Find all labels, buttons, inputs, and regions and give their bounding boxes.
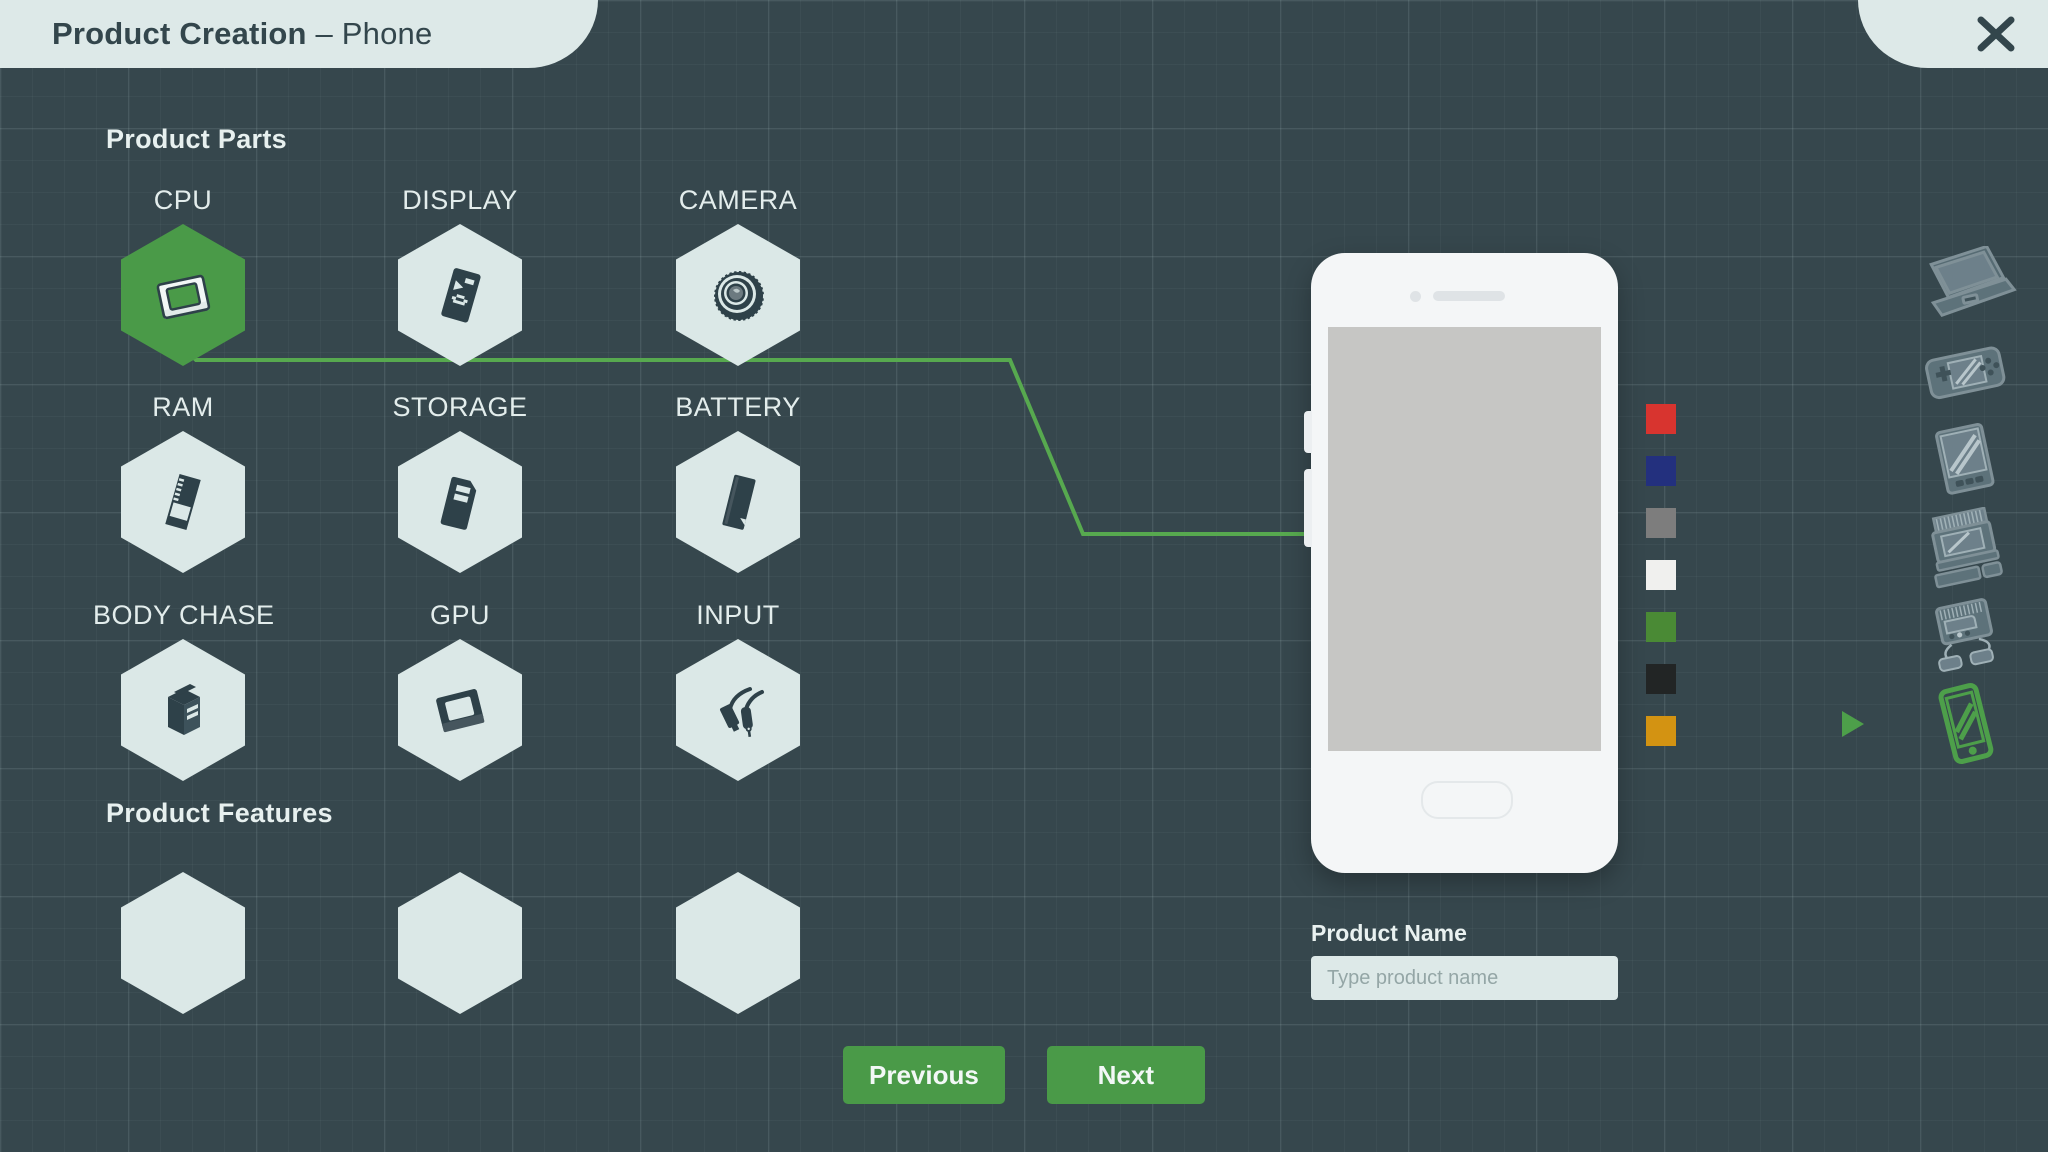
device-option-laptop[interactable] bbox=[1894, 240, 2034, 328]
laptop-icon bbox=[1929, 246, 2017, 318]
swatch-red[interactable] bbox=[1646, 404, 1676, 434]
product-parts-heading: Product Parts bbox=[106, 124, 287, 154]
device-option-handheld-console[interactable] bbox=[1894, 328, 2034, 416]
battery-icon bbox=[722, 474, 756, 530]
part-cell-input[interactable]: INPUT bbox=[648, 600, 828, 781]
swatch-navy[interactable] bbox=[1646, 456, 1676, 486]
product-name-block: Product Name bbox=[1311, 920, 1618, 1000]
page-title-light: Phone bbox=[341, 16, 433, 51]
part-cell-display[interactable]: DISPLAY bbox=[370, 185, 550, 366]
device-option-phone[interactable] bbox=[1842, 680, 2034, 768]
part-label-cpu: CPU bbox=[153, 185, 213, 215]
page-title-separator: – bbox=[306, 16, 342, 51]
close-icon bbox=[1977, 16, 2015, 52]
part-label-storage: STORAGE bbox=[392, 392, 528, 422]
selected-device-pointer-icon bbox=[1842, 711, 1864, 737]
page-title: Product Creation – Phone bbox=[52, 16, 432, 52]
ram-stick-icon bbox=[165, 473, 201, 531]
part-cell-ram[interactable]: RAM bbox=[93, 392, 273, 573]
title-bar-curve bbox=[520, 0, 598, 68]
close-button[interactable] bbox=[1966, 10, 2026, 58]
swatch-black[interactable] bbox=[1646, 664, 1676, 694]
sd-card-icon bbox=[440, 476, 477, 530]
feature-cell-2[interactable] bbox=[370, 872, 550, 1014]
cpu-to-preview-connector bbox=[182, 305, 1311, 536]
part-hex-body-chase[interactable] bbox=[121, 639, 245, 781]
phone-side-button-bottom bbox=[1304, 469, 1312, 547]
color-swatch-list bbox=[1646, 404, 1676, 768]
part-cell-storage[interactable]: STORAGE bbox=[370, 392, 550, 573]
gpu-chip-icon bbox=[436, 689, 485, 733]
swatch-orange[interactable] bbox=[1646, 716, 1676, 746]
device-option-desktop-computer[interactable] bbox=[1894, 504, 2034, 592]
device-type-rail bbox=[1842, 240, 2034, 768]
device-option-tablet[interactable] bbox=[1894, 416, 2034, 504]
feature-hex-3[interactable] bbox=[676, 872, 800, 1014]
part-hex-camera[interactable] bbox=[676, 224, 800, 366]
part-hex-storage[interactable] bbox=[398, 431, 522, 573]
product-name-input[interactable] bbox=[1311, 956, 1618, 1000]
feature-hex-1[interactable] bbox=[121, 872, 245, 1014]
tablet-icon bbox=[1935, 422, 1995, 495]
part-hex-display[interactable] bbox=[398, 224, 522, 366]
product-creation-screen: Product Creation – Phone Product Parts P… bbox=[0, 0, 2048, 1152]
title-bar: Product Creation – Phone bbox=[0, 0, 2048, 68]
page-title-strong: Product Creation bbox=[52, 16, 307, 51]
part-label-input: INPUT bbox=[696, 600, 780, 630]
footer-navigation: Previous Next bbox=[843, 1046, 1205, 1104]
cable-plug-icon bbox=[720, 687, 764, 737]
display-icon bbox=[441, 268, 481, 323]
next-button[interactable]: Next bbox=[1046, 1046, 1205, 1104]
tower-case-icon bbox=[168, 684, 200, 735]
part-label-ram: RAM bbox=[152, 392, 214, 422]
part-label-battery: BATTERY bbox=[675, 392, 801, 422]
feature-cell-3[interactable] bbox=[648, 872, 828, 1014]
device-option-game-console[interactable] bbox=[1894, 592, 2034, 680]
part-hex-ram[interactable] bbox=[121, 431, 245, 573]
part-label-camera: CAMERA bbox=[678, 185, 798, 215]
phone-side-button-top bbox=[1304, 411, 1312, 453]
part-label-gpu: GPU bbox=[429, 600, 490, 630]
desktop-computer-icon bbox=[1931, 507, 2003, 589]
product-features-heading: Product Features bbox=[106, 798, 333, 828]
phone-preview bbox=[1304, 253, 1618, 873]
part-hex-battery[interactable] bbox=[676, 431, 800, 573]
part-hex-input[interactable] bbox=[676, 639, 800, 781]
handheld-console-icon bbox=[1925, 346, 2006, 400]
phone-home-button bbox=[1421, 781, 1513, 819]
part-label-body-chase: BODY CHASE bbox=[93, 600, 275, 630]
previous-button[interactable]: Previous bbox=[843, 1046, 1005, 1104]
part-label-display: DISPLAY bbox=[402, 185, 518, 215]
part-cell-camera[interactable]: CAMERA bbox=[648, 185, 828, 366]
phone-icon bbox=[1938, 683, 1994, 765]
part-cell-battery[interactable]: BATTERY bbox=[648, 392, 828, 573]
part-hex-cpu[interactable] bbox=[121, 224, 245, 366]
part-hex-gpu[interactable] bbox=[398, 639, 522, 781]
phone-speaker-icon bbox=[1433, 291, 1505, 301]
swatch-white[interactable] bbox=[1646, 560, 1676, 590]
swatch-gray[interactable] bbox=[1646, 508, 1676, 538]
cpu-chip-icon bbox=[156, 274, 211, 320]
phone-front-camera-icon bbox=[1410, 291, 1421, 302]
swatch-green[interactable] bbox=[1646, 612, 1676, 642]
product-name-label: Product Name bbox=[1311, 920, 1467, 946]
feature-cell-1[interactable] bbox=[93, 872, 273, 1014]
part-cell-body-chase[interactable]: BODY CHASE bbox=[93, 600, 275, 781]
phone-screen bbox=[1328, 327, 1601, 751]
game-console-icon bbox=[1935, 598, 1994, 672]
part-cell-cpu[interactable]: CPU bbox=[93, 185, 273, 366]
feature-hex-2[interactable] bbox=[398, 872, 522, 1014]
camera-lens-icon bbox=[713, 270, 765, 322]
title-bar-right-curve bbox=[1858, 0, 1928, 68]
part-cell-gpu[interactable]: GPU bbox=[370, 600, 550, 781]
